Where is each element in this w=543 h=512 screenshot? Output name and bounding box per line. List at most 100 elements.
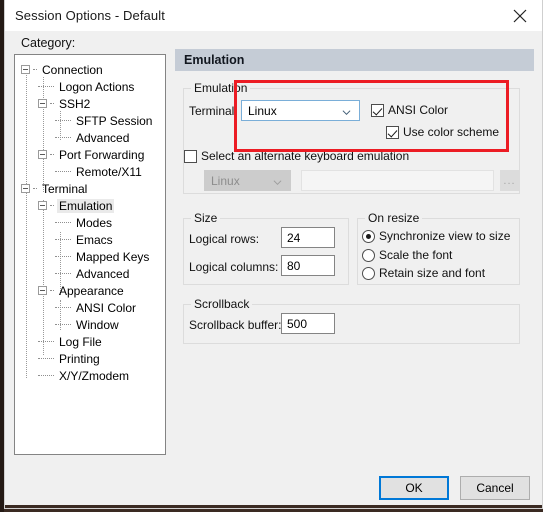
session-options-dialog: Session Options - Default Category: Conn… <box>4 0 543 509</box>
tree-connector <box>55 273 71 274</box>
tree-connector <box>55 120 71 121</box>
scrollback-group-title: Scrollback <box>191 297 253 311</box>
tree-item[interactable]: Terminal <box>21 180 165 197</box>
tree-item[interactable]: Emacs <box>21 231 165 248</box>
ok-button-label: OK <box>405 481 423 495</box>
close-icon[interactable] <box>498 0 542 31</box>
tree-item[interactable]: Connection <box>21 61 165 78</box>
tree-item-label: Advanced <box>76 130 130 145</box>
tree-item-label: Remote/X11 <box>76 164 142 179</box>
logical-rows-input[interactable]: 24 <box>281 227 335 248</box>
alternate-keyboard-path-input[interactable] <box>301 170 494 191</box>
tree-connector <box>33 69 37 70</box>
tree-item-label: Printing <box>59 351 100 366</box>
radio-circle <box>362 229 375 243</box>
tree-item-label: Log File <box>59 334 102 349</box>
tree-rows: Connection Logon Actions SSH2 SFTP Session A… <box>21 61 165 384</box>
collapse-icon[interactable] <box>38 99 47 108</box>
emulation-group-title: Emulation <box>191 81 251 95</box>
tree-item[interactable]: Advanced <box>21 129 165 146</box>
collapse-icon[interactable] <box>38 286 47 295</box>
tree-item[interactable]: Emulation <box>21 197 165 214</box>
tree-item[interactable]: SSH2 <box>21 95 165 112</box>
alternate-keyboard-checkbox[interactable]: Select an alternate keyboard emulation <box>184 149 409 163</box>
collapse-icon[interactable] <box>21 65 30 74</box>
terminal-combobox-value: Linux <box>248 103 277 118</box>
tree-connector <box>50 103 54 104</box>
collapse-icon[interactable] <box>21 184 30 193</box>
radio-label: Retain size and font <box>379 266 486 280</box>
logical-columns-input[interactable]: 80 <box>281 255 335 276</box>
tree-item[interactable]: Port Forwarding <box>21 146 165 163</box>
tree-item-label: Window <box>76 317 119 332</box>
radio-retain-size-and-font[interactable]: Retain size and font <box>362 266 485 280</box>
scrollback-buffer-label: Scrollback buffer: <box>189 318 282 332</box>
radio-label: Scale the font <box>379 248 453 262</box>
chevron-down-icon <box>342 106 351 115</box>
logical-rows-value: 24 <box>287 230 301 245</box>
tree-connector <box>55 256 71 257</box>
size-group-title: Size <box>191 211 221 225</box>
radio-scale-the-font[interactable]: Scale the font <box>362 248 452 262</box>
tree-connector <box>55 307 71 308</box>
tree-item-label: X/Y/Zmodem <box>59 368 130 383</box>
ok-button[interactable]: OK <box>379 476 449 500</box>
tree-item[interactable]: Log File <box>21 333 165 350</box>
alternate-keyboard-combobox[interactable]: Linux <box>204 170 291 191</box>
tree-item[interactable]: SFTP Session <box>21 112 165 129</box>
tree-connector <box>55 324 71 325</box>
tree-item[interactable]: Mapped Keys <box>21 248 165 265</box>
scrollback-buffer-input[interactable]: 500 <box>281 313 335 334</box>
tree-connector <box>38 375 54 376</box>
logical-columns-label: Logical columns: <box>189 260 279 274</box>
alternate-keyboard-label: Select an alternate keyboard emulation <box>201 149 410 163</box>
tree-item[interactable]: Advanced <box>21 265 165 282</box>
radio-synchronize-view-to-size[interactable]: Synchronize view to size <box>362 229 510 243</box>
browse-button-label: ... <box>503 174 516 187</box>
tree-connector <box>55 137 71 138</box>
pane-header: Emulation <box>175 49 534 71</box>
terminal-label: Terminal: <box>189 104 238 118</box>
title-bar: Session Options - Default <box>5 0 542 32</box>
tree-connector <box>50 205 54 206</box>
browse-button[interactable]: ... <box>500 170 519 191</box>
tree-connector <box>38 341 54 342</box>
logical-rows-label: Logical rows: <box>189 232 260 246</box>
window-title: Session Options - Default <box>15 8 165 23</box>
radio-circle <box>362 266 375 280</box>
tree-item[interactable]: Remote/X11 <box>21 163 165 180</box>
tree-item[interactable]: Appearance <box>21 282 165 299</box>
tree-connector <box>50 154 54 155</box>
ansi-color-label: ANSI Color <box>388 103 449 117</box>
tree-item-label: Port Forwarding <box>59 147 145 162</box>
on-resize-group-title: On resize <box>365 211 423 225</box>
tree-item[interactable]: X/Y/Zmodem <box>21 367 165 384</box>
cancel-button-label: Cancel <box>476 481 514 495</box>
ansi-color-checkbox[interactable]: ANSI Color <box>371 103 448 117</box>
tree-item[interactable]: Window <box>21 316 165 333</box>
radio-circle <box>362 248 375 262</box>
tree-connector <box>38 86 54 87</box>
tree-connector <box>50 290 54 291</box>
tree-connector <box>38 358 54 359</box>
tree-item[interactable]: Logon Actions <box>21 78 165 95</box>
tree-connector <box>55 222 71 223</box>
terminal-combobox[interactable]: Linux <box>241 100 360 121</box>
use-color-scheme-label: Use color scheme <box>403 125 500 139</box>
checkbox-box <box>371 103 384 117</box>
tree-item[interactable]: ANSI Color <box>21 299 165 316</box>
tree-item-label: Emacs <box>76 232 113 247</box>
tree-item[interactable]: Printing <box>21 350 165 367</box>
tree-item-label: Appearance <box>59 283 124 298</box>
category-tree[interactable]: Connection Logon Actions SSH2 SFTP Session A… <box>14 54 166 455</box>
tree-connector <box>55 171 71 172</box>
alternate-keyboard-combobox-value: Linux <box>211 173 240 188</box>
collapse-icon[interactable] <box>38 150 47 159</box>
tree-item-label: ANSI Color <box>76 300 137 315</box>
radio-label: Synchronize view to size <box>379 229 511 243</box>
cancel-button[interactable]: Cancel <box>460 476 530 500</box>
tree-item[interactable]: Modes <box>21 214 165 231</box>
collapse-icon[interactable] <box>38 201 47 210</box>
use-color-scheme-checkbox[interactable]: Use color scheme <box>386 125 499 139</box>
tree-connector <box>55 239 71 240</box>
